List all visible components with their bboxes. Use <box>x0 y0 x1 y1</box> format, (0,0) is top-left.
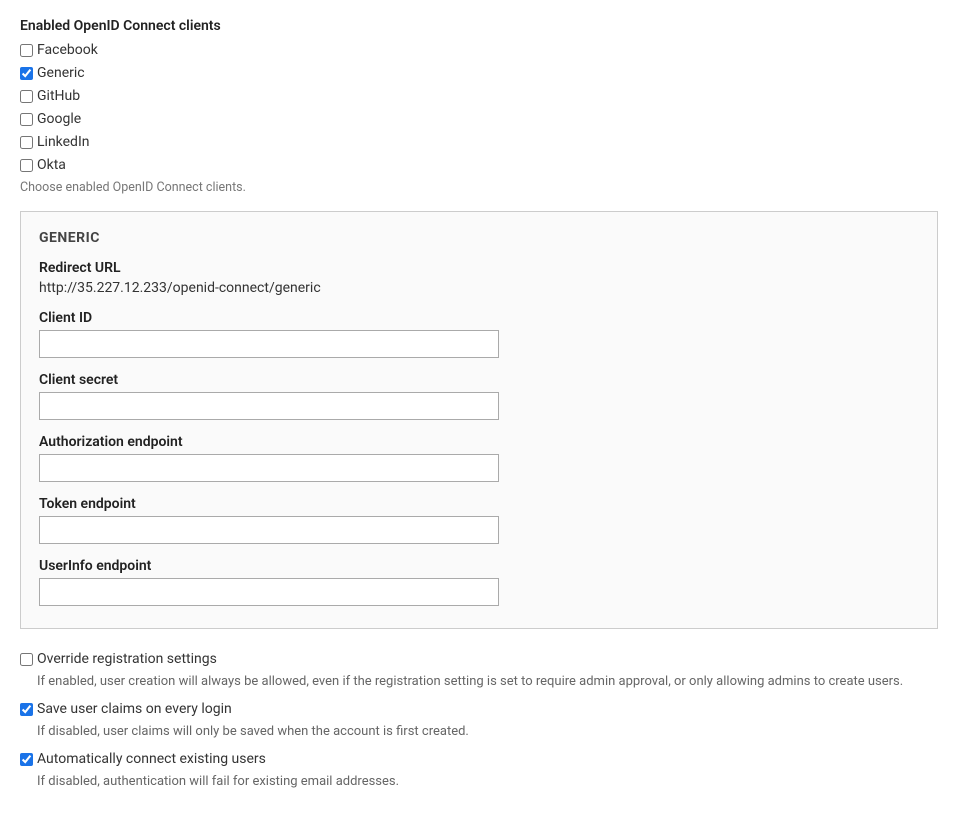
save-claims-label[interactable]: Save user claims on every login <box>37 701 232 717</box>
token-endpoint-label: Token endpoint <box>39 496 919 512</box>
client-label-google[interactable]: Google <box>37 111 81 127</box>
client-row-github: GitHub <box>20 88 938 104</box>
client-checkbox-google[interactable] <box>20 113 33 126</box>
client-secret-label: Client secret <box>39 372 919 388</box>
save-claims-setting-block: Save user claims on every login If disab… <box>20 701 938 739</box>
panel-title: GENERIC <box>39 230 919 246</box>
auto-connect-help: If disabled, authentication will fail fo… <box>37 774 938 789</box>
auto-connect-checkbox[interactable] <box>20 753 33 766</box>
override-checkbox[interactable] <box>20 653 33 666</box>
userinfo-endpoint-label: UserInfo endpoint <box>39 558 919 574</box>
client-checkbox-generic[interactable] <box>20 67 33 80</box>
save-claims-checkbox[interactable] <box>20 703 33 716</box>
generic-panel: GENERIC Redirect URL http://35.227.12.23… <box>20 211 938 629</box>
client-row-generic: Generic <box>20 65 938 81</box>
client-label-linkedin[interactable]: LinkedIn <box>37 134 90 150</box>
client-id-input[interactable] <box>39 330 499 358</box>
override-label[interactable]: Override registration settings <box>37 651 217 667</box>
client-row-facebook: Facebook <box>20 42 938 58</box>
client-checkbox-okta[interactable] <box>20 159 33 172</box>
client-id-label: Client ID <box>39 310 919 326</box>
client-label-github[interactable]: GitHub <box>37 88 80 104</box>
client-row-linkedin: LinkedIn <box>20 134 938 150</box>
client-checkbox-linkedin[interactable] <box>20 136 33 149</box>
client-label-okta[interactable]: Okta <box>37 157 66 173</box>
client-row-okta: Okta <box>20 157 938 173</box>
client-label-generic[interactable]: Generic <box>37 65 85 81</box>
userinfo-endpoint-input[interactable] <box>39 578 499 606</box>
auto-connect-label[interactable]: Automatically connect existing users <box>37 751 266 767</box>
auto-connect-setting-block: Automatically connect existing users If … <box>20 751 938 789</box>
redirect-url-label: Redirect URL <box>39 260 919 276</box>
clients-help-text: Choose enabled OpenID Connect clients. <box>20 180 938 195</box>
client-checkbox-facebook[interactable] <box>20 44 33 57</box>
client-label-facebook[interactable]: Facebook <box>37 42 98 58</box>
redirect-url-value: http://35.227.12.233/openid-connect/gene… <box>39 280 919 296</box>
token-endpoint-input[interactable] <box>39 516 499 544</box>
save-claims-help: If disabled, user claims will only be sa… <box>37 724 938 739</box>
client-row-google: Google <box>20 111 938 127</box>
client-checkbox-github[interactable] <box>20 90 33 103</box>
client-secret-input[interactable] <box>39 392 499 420</box>
override-setting-block: Override registration settings If enable… <box>20 651 938 689</box>
auth-endpoint-input[interactable] <box>39 454 499 482</box>
enabled-clients-title: Enabled OpenID Connect clients <box>20 18 938 34</box>
override-help: If enabled, user creation will always be… <box>37 674 938 689</box>
auth-endpoint-label: Authorization endpoint <box>39 434 919 450</box>
